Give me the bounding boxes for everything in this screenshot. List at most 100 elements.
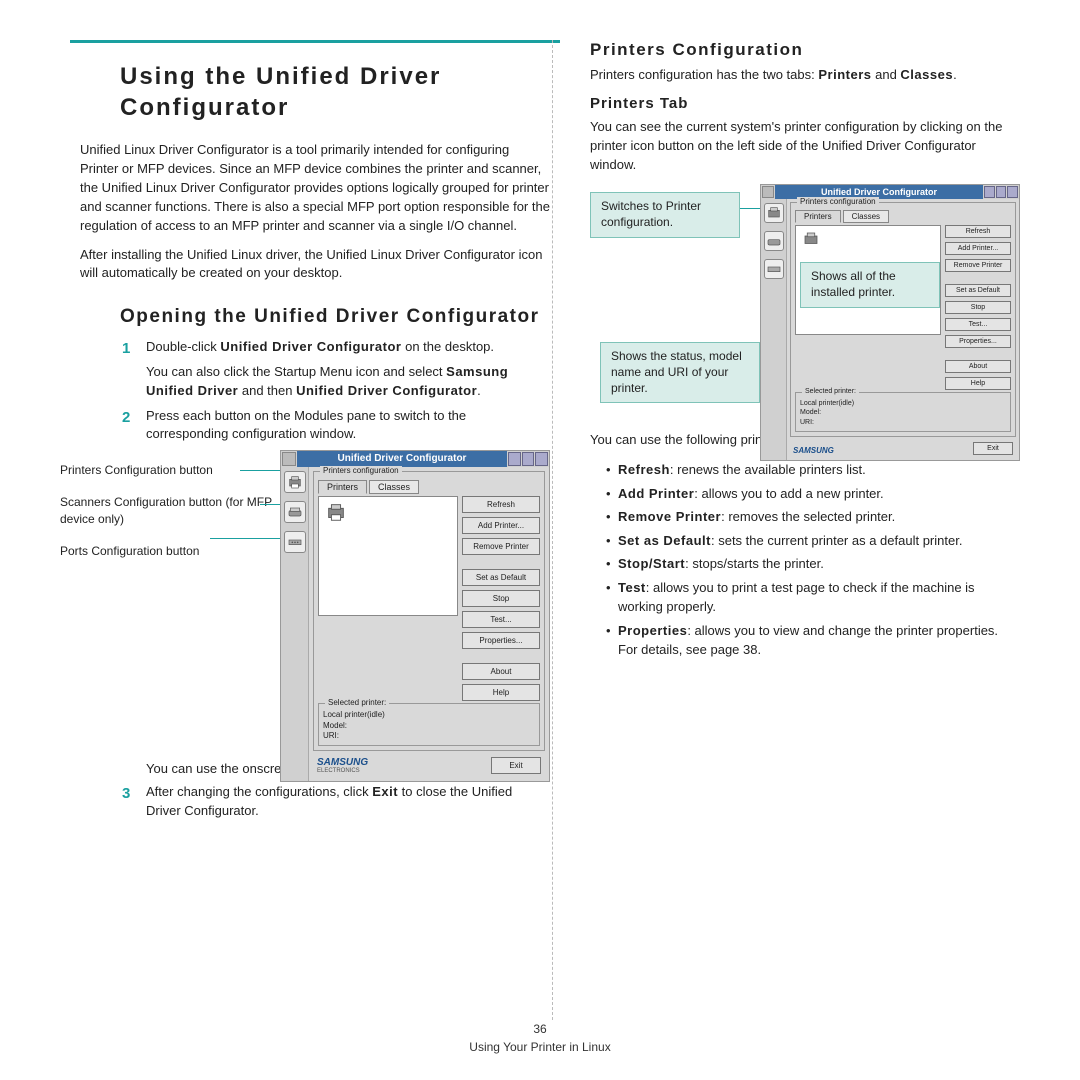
refresh-button[interactable]: Refresh [945, 225, 1011, 238]
body-text: Unified Linux Driver Configurator is a t… [80, 141, 550, 235]
modules-sidebar [281, 467, 309, 781]
scanners-config-icon[interactable] [284, 501, 306, 523]
printers-config-icon[interactable] [764, 203, 784, 223]
stop-button[interactable]: Stop [945, 301, 1011, 314]
step-text: and then [238, 383, 296, 398]
step-text: You can also click the Startup Menu icon… [146, 364, 446, 379]
group-label: Printers configuration [797, 197, 879, 206]
selected-printer-group: Selected printer: Local printer(idle) Mo… [318, 703, 540, 746]
group-label: Selected printer: [802, 387, 859, 396]
modules-sidebar [761, 199, 787, 459]
step-text-bold: Unified Driver Configurator [296, 383, 477, 398]
printers-config-icon[interactable] [284, 471, 306, 493]
bullet-text: : renews the available printers list. [670, 462, 866, 477]
step-2: 2 Press each button on the Modules pane … [120, 407, 550, 445]
set-default-button[interactable]: Set as Default [945, 284, 1011, 297]
refresh-button[interactable]: Refresh [462, 496, 540, 513]
tab-printers[interactable]: Printers [318, 480, 367, 494]
step-number: 1 [120, 338, 146, 401]
samsung-logo: SAMSUNG [793, 446, 834, 455]
callout-text: Shows all of the installed printer. [811, 269, 896, 299]
step-text: on the desktop. [402, 339, 495, 354]
remove-printer-button[interactable]: Remove Printer [945, 259, 1011, 272]
status-text: Local printer(idle) [323, 710, 535, 720]
callout-box: Shows all of the installed printer. [800, 262, 940, 307]
button-column: Refresh Add Printer... Remove Printer Se… [458, 496, 540, 701]
step-text: Press each button on the Modules pane to… [146, 407, 550, 445]
step-1: 1 Double-click Unified Driver Configurat… [120, 338, 550, 401]
section-heading: Using the Unified Driver Configurator [120, 61, 550, 123]
step-3: 3 After changing the configurations, cli… [120, 783, 550, 821]
bullet-text: : sets the current printer as a default … [711, 533, 962, 548]
callout-text: Shows the status, model name and URI of … [611, 349, 742, 394]
page-footer: 36 Using Your Printer in Linux [0, 1022, 1080, 1054]
callout-label: Ports Configuration button [60, 543, 275, 559]
step-text: . [477, 383, 481, 398]
callout-line [210, 538, 290, 539]
test-button[interactable]: Test... [462, 611, 540, 628]
step-text-bold: Exit [372, 784, 398, 799]
page-number: 36 [0, 1022, 1080, 1036]
step-number: 2 [120, 407, 146, 445]
bullet-term: Test [618, 580, 646, 595]
status-text: Local printer(idle) [800, 399, 1006, 408]
bullet-text: : removes the selected printer. [721, 509, 895, 524]
bullet-term: Remove Printer [618, 509, 721, 524]
column-divider [552, 40, 553, 1020]
exit-button[interactable]: Exit [973, 442, 1013, 455]
status-text: URI: [323, 731, 535, 741]
bullet-term: Add Printer [618, 486, 694, 501]
printer-icon [800, 230, 822, 248]
subsection-heading: Opening the Unified Driver Configurator [120, 305, 550, 330]
callout-box: Shows the status, model name and URI of … [600, 342, 760, 403]
group-label: Selected printer: [325, 698, 389, 708]
bullet-term: Set as Default [618, 533, 711, 548]
set-default-button[interactable]: Set as Default [462, 569, 540, 586]
test-button[interactable]: Test... [945, 318, 1011, 331]
bullet-list: Refresh: renews the available printers l… [590, 460, 1020, 660]
bullet-text: : stops/starts the printer. [685, 556, 824, 571]
remove-printer-button[interactable]: Remove Printer [462, 538, 540, 555]
help-button[interactable]: Help [462, 684, 540, 701]
add-printer-button[interactable]: Add Printer... [462, 517, 540, 534]
properties-button[interactable]: Properties... [945, 335, 1011, 348]
bullet-term: Properties [618, 623, 687, 638]
help-button[interactable]: Help [945, 377, 1011, 390]
stop-button[interactable]: Stop [462, 590, 540, 607]
tab-printers[interactable]: Printers [795, 210, 841, 223]
step-number: 3 [120, 783, 146, 821]
body-text: After installing the Unified Linux drive… [80, 246, 550, 284]
samsung-logo: SAMSUNG [317, 757, 368, 768]
exit-button[interactable]: Exit [491, 757, 541, 774]
subsection-heading: Printers Configuration [590, 40, 1020, 60]
footer-text: Using Your Printer in Linux [0, 1040, 1080, 1054]
step-text: Double-click [146, 339, 220, 354]
tab-classes[interactable]: Classes [843, 210, 889, 223]
bullet-text: : allows you to add a new printer. [694, 486, 883, 501]
section-rule [70, 40, 560, 43]
scanners-config-icon[interactable] [764, 231, 784, 251]
button-column: Refresh Add Printer... Remove Printer Se… [941, 225, 1011, 390]
properties-button[interactable]: Properties... [462, 632, 540, 649]
callout-box: Switches to Printer configuration. [590, 192, 740, 237]
group-label: Printers configuration [320, 466, 402, 475]
status-text: Model: [800, 408, 1006, 417]
screenshot-figure: Unified Driver Configurator [760, 184, 1020, 460]
subsubsection-heading: Printers Tab [590, 95, 1020, 112]
window-title: Unified Driver Configurator [297, 451, 507, 467]
ports-config-icon[interactable] [764, 259, 784, 279]
body-text: You can see the current system's printer… [590, 118, 1020, 175]
body-text: Printers configuration has the two tabs:… [590, 66, 1020, 85]
ports-config-icon[interactable] [284, 531, 306, 553]
callout-label: Scanners Configuration button (for MFP d… [60, 494, 275, 526]
about-button[interactable]: About [462, 663, 540, 680]
add-printer-button[interactable]: Add Printer... [945, 242, 1011, 255]
step-text-bold: Unified Driver Configurator [220, 339, 401, 354]
selected-printer-group: Selected printer: Local printer(idle) Mo… [795, 392, 1011, 431]
about-button[interactable]: About [945, 360, 1011, 373]
status-text: Model: [323, 721, 535, 731]
bullet-text: : allows you to print a test page to che… [618, 580, 975, 615]
screenshot-figure: Unified Driver Configurator [280, 450, 550, 782]
tab-classes[interactable]: Classes [369, 480, 419, 494]
printer-list[interactable] [318, 496, 458, 616]
